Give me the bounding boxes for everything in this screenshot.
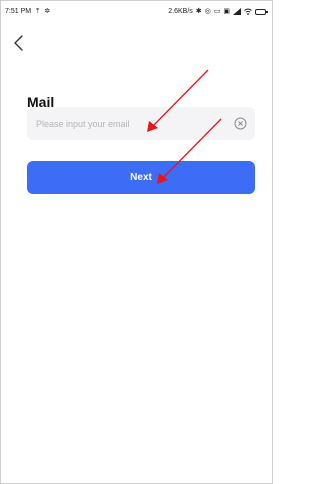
network-speed: 2.6KB/s — [168, 8, 193, 15]
cast-icon: ▣ — [223, 8, 230, 15]
back-button[interactable] — [11, 33, 29, 53]
next-button[interactable]: Next — [27, 161, 255, 194]
alarm-icon: ◎ — [204, 8, 211, 15]
bluetooth-icon: ✱ — [195, 8, 202, 15]
status-bar-left: 7:51 PM ⤒ ✲ — [5, 8, 50, 15]
chevron-left-icon — [14, 35, 23, 51]
status-bar-right: 2.6KB/s ✱ ◎ ▭ ▣ — [168, 8, 268, 15]
battery-icon — [255, 8, 268, 15]
signal-icon — [233, 8, 241, 15]
status-time: 7:51 PM — [5, 8, 32, 15]
app-screen: 7:51 PM ⤒ ✲ 2.6KB/s ✱ ◎ ▭ ▣ Mail Please … — [0, 0, 273, 484]
email-input[interactable] — [27, 107, 227, 140]
upload-icon: ⤒ — [36, 8, 40, 15]
mail-icon: ▭ — [213, 8, 221, 15]
status-bar: 7:51 PM ⤒ ✲ 2.6KB/s ✱ ◎ ▭ ▣ — [1, 1, 272, 21]
clear-circle-icon — [234, 117, 247, 130]
clear-button[interactable] — [234, 117, 247, 130]
wifi-icon — [244, 8, 252, 15]
settings-icon: ✲ — [44, 8, 51, 15]
annotation-arrows — [147, 69, 222, 184]
email-field-container — [27, 107, 255, 140]
